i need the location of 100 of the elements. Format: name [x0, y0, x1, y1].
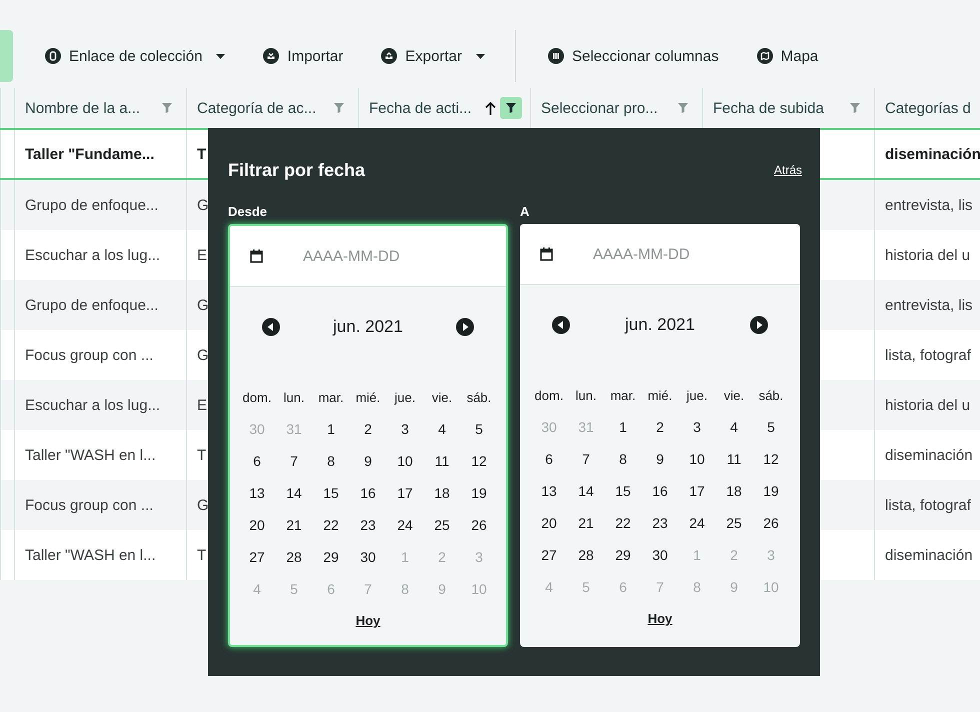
table-cell: Grupo de enfoque...: [25, 196, 158, 214]
calendar-day[interactable]: 26: [471, 517, 487, 533]
calendar-day[interactable]: 8: [327, 453, 335, 469]
calendar-day[interactable]: 13: [541, 483, 557, 499]
filter-icon: [677, 102, 689, 114]
table-cell: G: [197, 346, 209, 364]
calendar-day[interactable]: 13: [249, 485, 265, 501]
calendar-day[interactable]: 3: [693, 419, 701, 435]
calendar-day[interactable]: 23: [652, 515, 668, 531]
column-header[interactable]: Categoría de ac...: [197, 100, 324, 116]
calendar-day[interactable]: 10: [689, 451, 705, 467]
calendar-day[interactable]: 20: [541, 515, 557, 531]
calendar-day[interactable]: 11: [726, 451, 742, 467]
calendar-day[interactable]: 4: [730, 419, 738, 435]
calendar-day[interactable]: 20: [249, 517, 265, 533]
today-link[interactable]: Hoy: [648, 611, 672, 626]
table-cell: historia del u: [885, 396, 970, 414]
calendar-day[interactable]: 28: [578, 547, 594, 563]
calendar-day[interactable]: 6: [545, 451, 553, 467]
column-header[interactable]: Fecha de acti...: [369, 100, 481, 116]
toolbar-button[interactable]: Seleccionar columnas: [540, 42, 727, 70]
calendar-day[interactable]: 15: [323, 485, 339, 501]
calendar-day[interactable]: 19: [471, 485, 487, 501]
back-link[interactable]: Atrás: [774, 163, 802, 177]
calendar-day[interactable]: 7: [290, 453, 298, 469]
calendar-day[interactable]: 19: [763, 483, 779, 499]
calendar-day[interactable]: 14: [286, 485, 302, 501]
calendar-icon: [250, 249, 263, 263]
calendar-day[interactable]: 5: [767, 419, 775, 435]
calendar-day[interactable]: 22: [615, 515, 631, 531]
weekday-label: sáb.: [466, 390, 492, 404]
column-header[interactable]: Categorías d: [885, 100, 972, 116]
column-header[interactable]: Fecha de subida: [713, 100, 840, 116]
field-label: Desde: [228, 204, 268, 221]
previous-month-button[interactable]: [262, 318, 280, 336]
calendar-day[interactable]: 16: [652, 483, 668, 499]
toolbar-button[interactable]: Enlace de colección: [37, 42, 234, 70]
table-cell: diseminación: [885, 446, 973, 464]
calendar-day[interactable]: 28: [286, 549, 302, 565]
weekday-label: lun.: [282, 390, 306, 404]
calendar-day[interactable]: 1: [327, 421, 335, 437]
table-cell: Grupo de enfoque...: [25, 296, 158, 314]
today-link[interactable]: Hoy: [356, 613, 380, 628]
table-cell: diseminación: [885, 146, 980, 162]
arrow-up-icon[interactable]: [485, 102, 496, 114]
calendar-day[interactable]: 7: [582, 451, 590, 467]
calendar-day[interactable]: 4: [438, 421, 446, 437]
calendar-day[interactable]: 5: [475, 421, 483, 437]
table-cell: lista, fotograf: [885, 346, 971, 364]
date-input-field[interactable]: AAAA-MM-DD: [591, 244, 745, 264]
calendar-day[interactable]: 24: [397, 517, 413, 533]
calendar-day[interactable]: 21: [578, 515, 594, 531]
calendar-day[interactable]: 16: [360, 485, 376, 501]
next-month-button[interactable]: [750, 316, 768, 334]
calendar-day[interactable]: 26: [763, 515, 779, 531]
calendar-day[interactable]: 8: [619, 451, 627, 467]
calendar-day[interactable]: 22: [323, 517, 339, 533]
calendar-day[interactable]: 30: [652, 547, 668, 563]
calendar-day[interactable]: 25: [726, 515, 742, 531]
column-header[interactable]: Seleccionar pro...: [541, 100, 668, 116]
toolbar-button[interactable]: Importar: [255, 42, 352, 70]
date-input-field[interactable]: AAAA-MM-DD: [301, 246, 455, 266]
calendar-day[interactable]: 25: [434, 517, 450, 533]
table-cell: Taller "WASH en l...: [25, 546, 156, 564]
filter-button[interactable]: [500, 97, 522, 119]
calendar-day[interactable]: 17: [689, 483, 705, 499]
calendar-day[interactable]: 23: [360, 517, 376, 533]
toolbar-button[interactable]: Mapa: [748, 42, 826, 70]
calendar-day[interactable]: 2: [656, 419, 664, 435]
calendar-day[interactable]: 15: [615, 483, 631, 499]
month-title: jun. 2021: [333, 317, 403, 337]
calendar-day[interactable]: 30: [360, 549, 376, 565]
calendar-day[interactable]: 29: [323, 549, 339, 565]
calendar-day[interactable]: 17: [397, 485, 413, 501]
calendar-day[interactable]: 29: [615, 547, 631, 563]
calendar-day[interactable]: 1: [619, 419, 627, 435]
column-header[interactable]: Nombre de la a...: [25, 100, 152, 116]
calendar-day[interactable]: 10: [397, 453, 413, 469]
table-cell: E: [197, 246, 208, 264]
previous-month-button[interactable]: [552, 316, 570, 334]
calendar-day[interactable]: 3: [401, 421, 409, 437]
calendar-day[interactable]: 14: [578, 483, 594, 499]
calendar-day[interactable]: 27: [249, 549, 265, 565]
weekday-label: dom.: [534, 388, 564, 402]
calendar-day[interactable]: 11: [434, 453, 450, 469]
toolbar-button[interactable]: Exportar: [373, 42, 493, 70]
calendar-day[interactable]: 27: [541, 547, 557, 563]
calendar-day[interactable]: 18: [434, 485, 450, 501]
calendar-day[interactable]: 24: [689, 515, 705, 531]
calendar-day[interactable]: 6: [253, 453, 261, 469]
calendar-day[interactable]: 9: [364, 453, 372, 469]
calendar-day[interactable]: 9: [656, 451, 664, 467]
calendar-day[interactable]: 18: [726, 483, 742, 499]
calendar-day[interactable]: 21: [286, 517, 302, 533]
weekday-label: mié.: [354, 390, 382, 404]
next-month-button[interactable]: [456, 318, 474, 336]
calendar-day[interactable]: 2: [364, 421, 372, 437]
month-title: jun. 2021: [625, 315, 695, 335]
calendar-day[interactable]: 12: [763, 451, 779, 467]
calendar-day[interactable]: 12: [471, 453, 487, 469]
